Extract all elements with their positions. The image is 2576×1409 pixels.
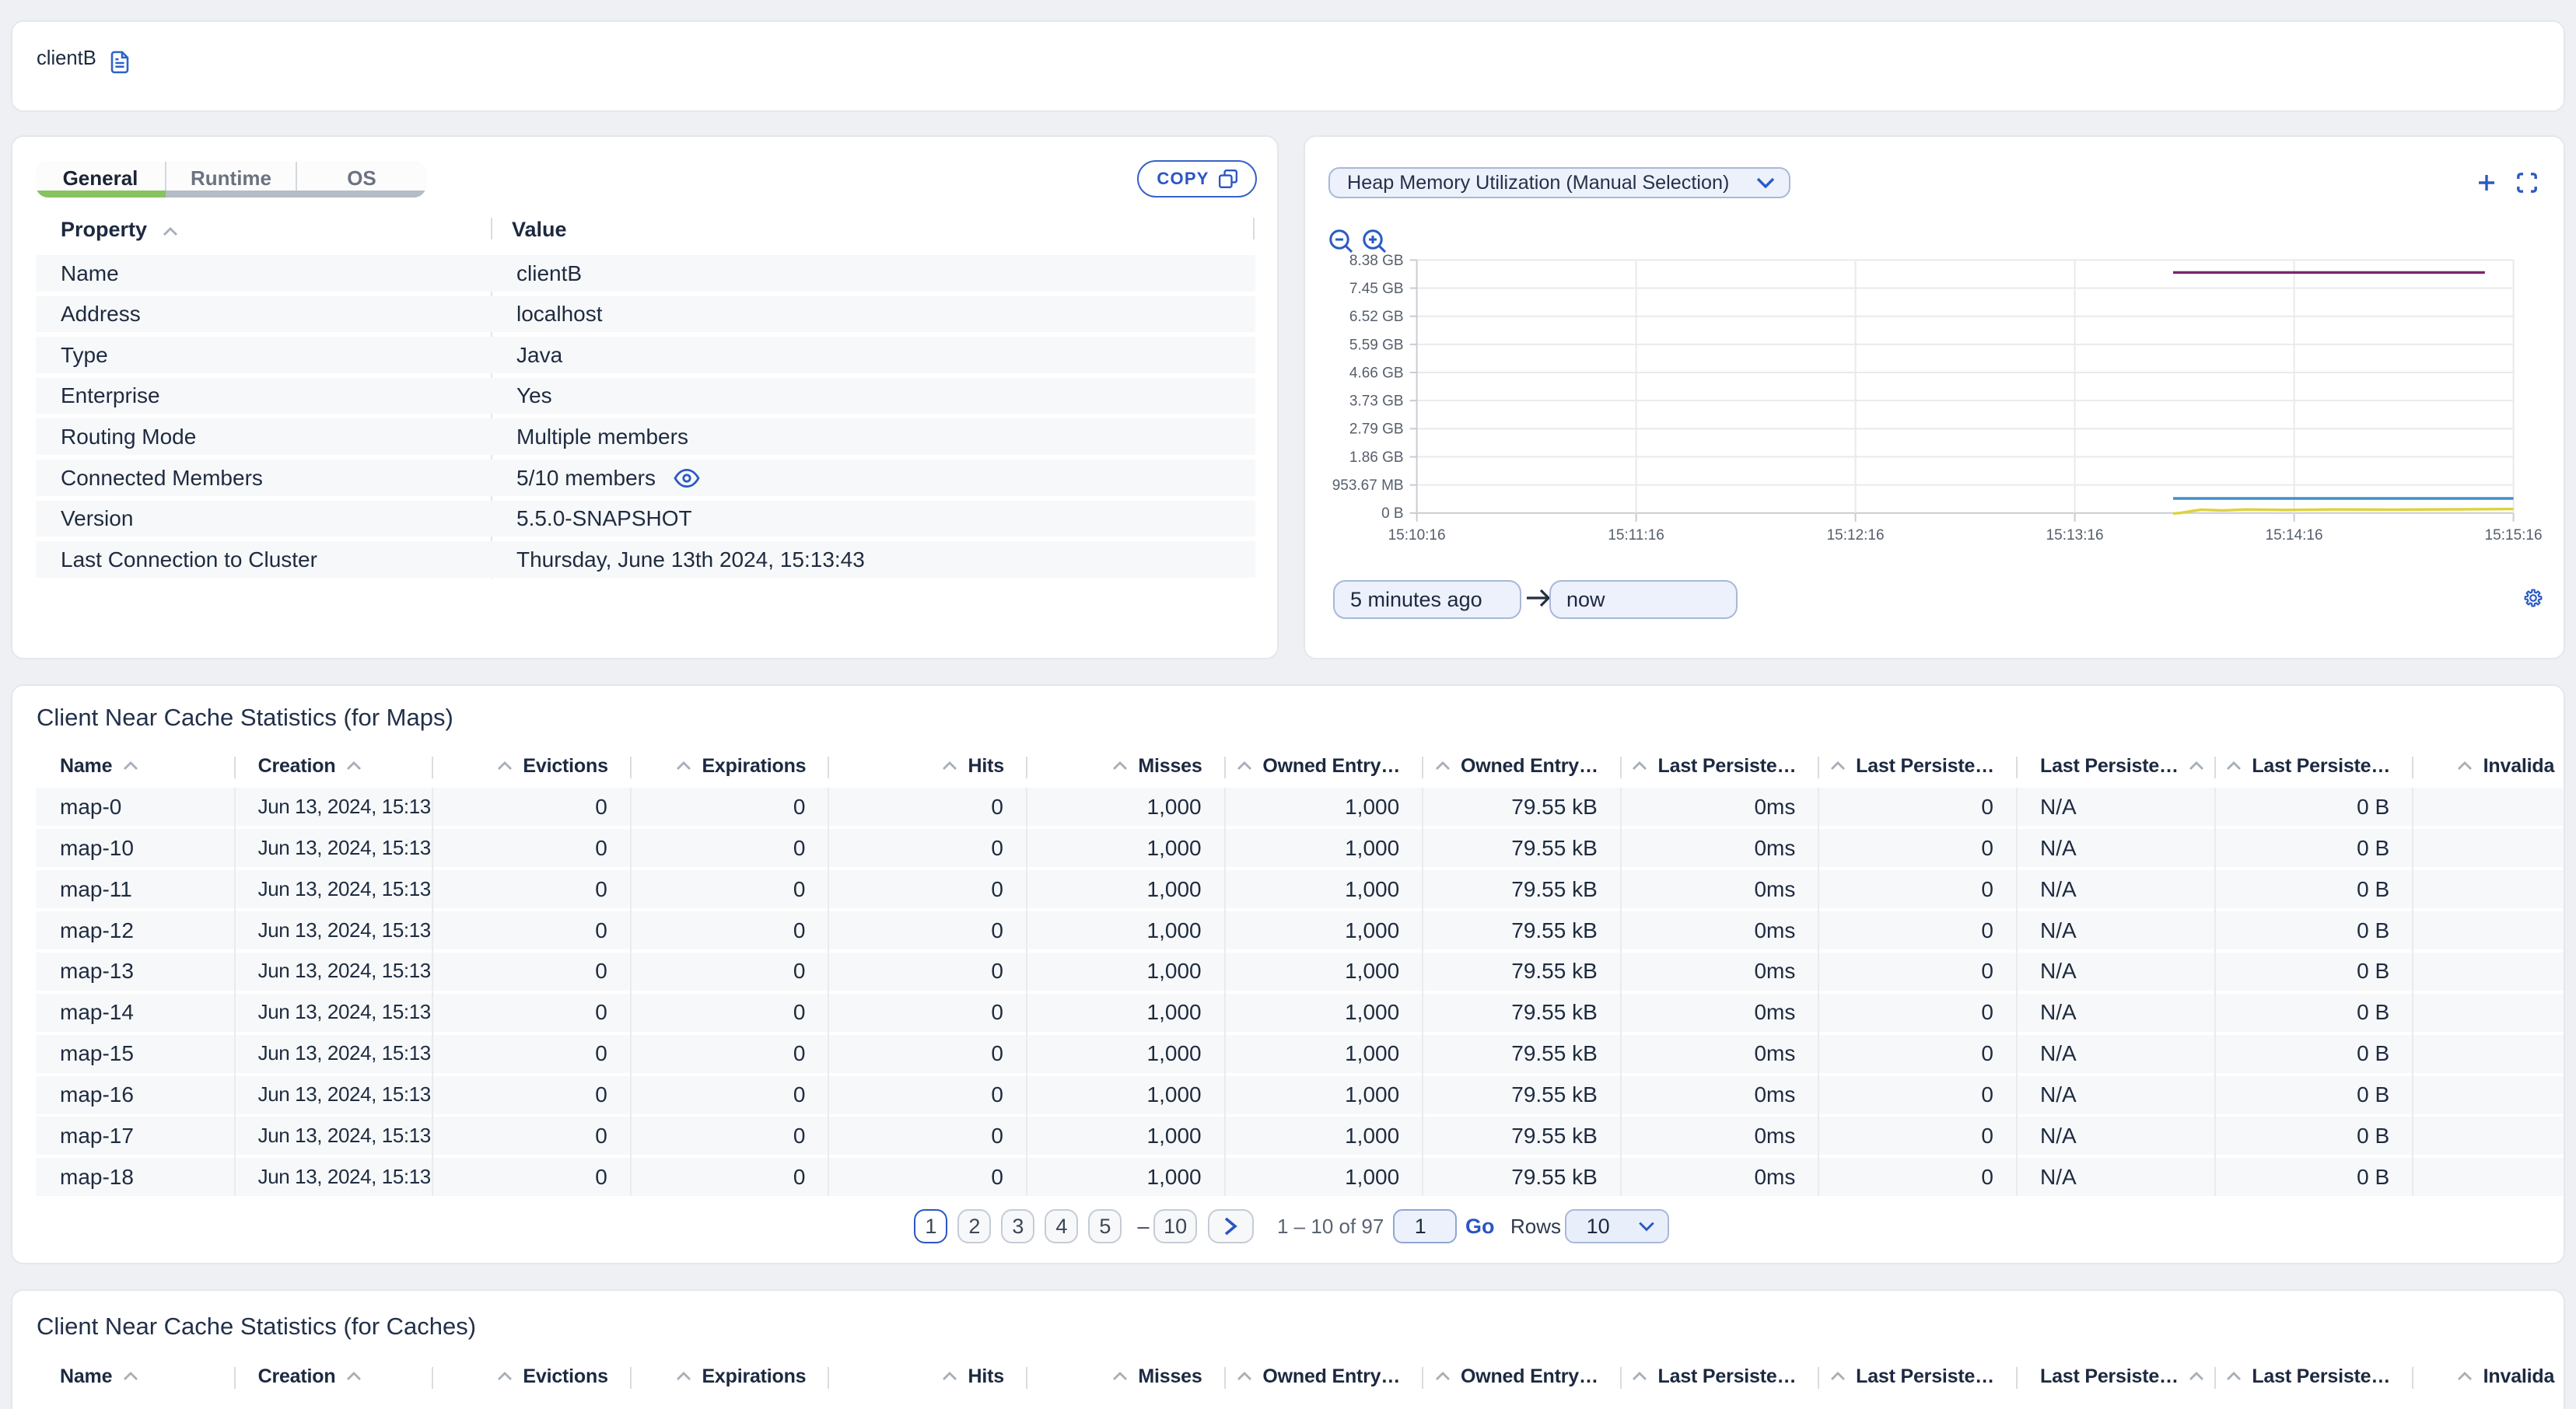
svg-text:15:15:16: 15:15:16 [2485,527,2543,544]
svg-text:15:14:16: 15:14:16 [2266,527,2323,544]
svg-text:4.66 GB: 4.66 GB [1349,365,1404,381]
svg-text:3.73 GB: 3.73 GB [1349,393,1404,410]
svg-text:15:13:16: 15:13:16 [2046,527,2104,544]
svg-text:15:12:16: 15:12:16 [1827,527,1885,544]
svg-text:6.52 GB: 6.52 GB [1349,309,1404,325]
svg-text:15:11:16: 15:11:16 [1608,527,1664,544]
svg-text:7.45 GB: 7.45 GB [1349,281,1404,297]
svg-text:953.67 MB: 953.67 MB [1332,477,1404,494]
svg-text:2.79 GB: 2.79 GB [1349,421,1404,438]
svg-text:5.59 GB: 5.59 GB [1349,337,1404,353]
svg-text:0 B: 0 B [1381,505,1404,522]
svg-text:1.86 GB: 1.86 GB [1349,449,1404,466]
svg-text:8.38 GB: 8.38 GB [1349,253,1404,269]
svg-text:15:10:16: 15:10:16 [1388,527,1446,544]
